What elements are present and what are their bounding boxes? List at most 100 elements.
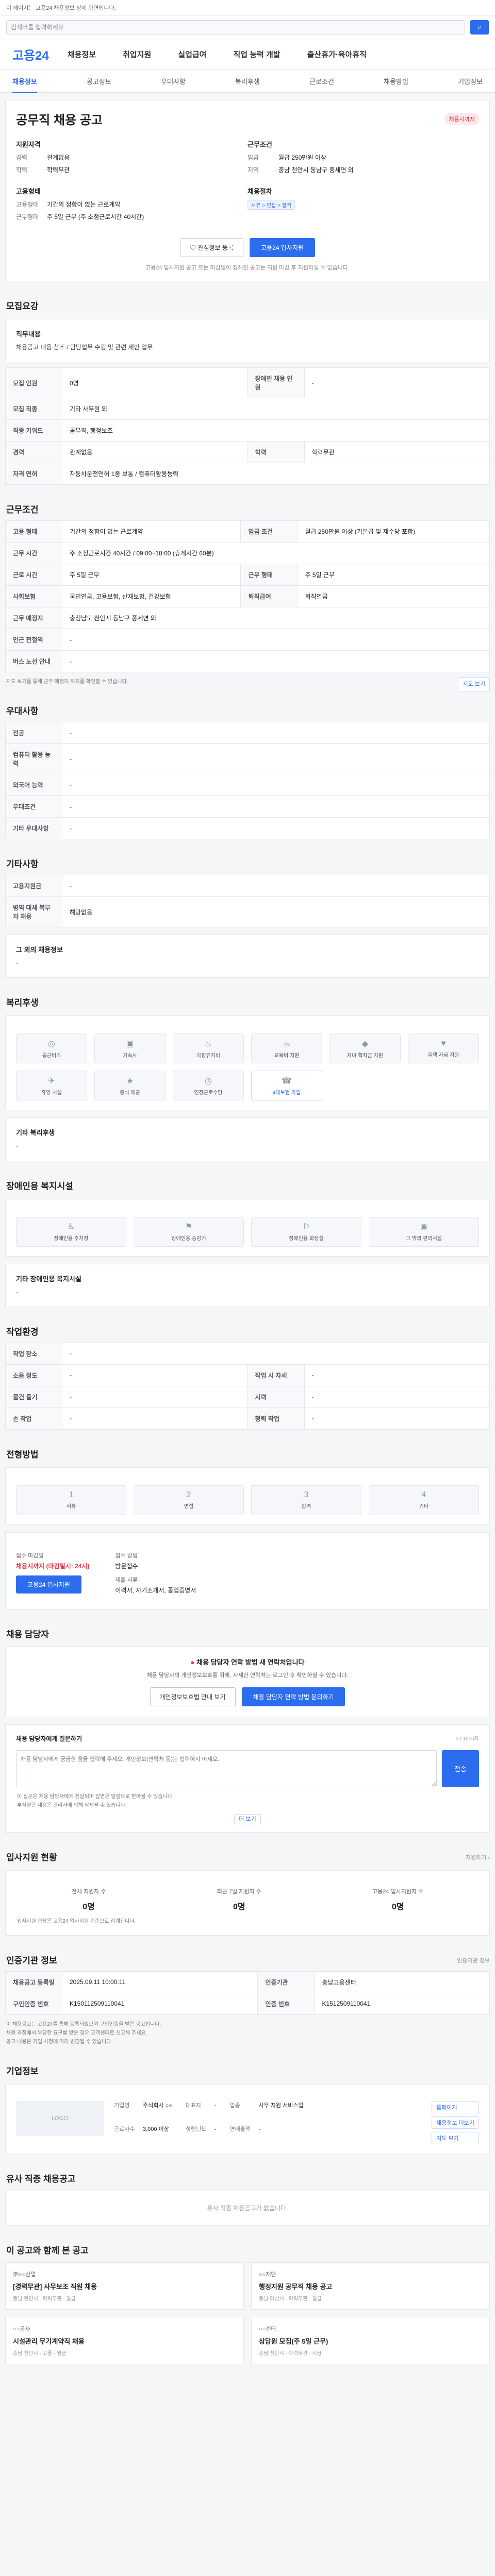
- gnb-menu-benefit[interactable]: 실업급여: [178, 49, 206, 60]
- company-logo: LOGO: [16, 2100, 104, 2136]
- reco-card[interactable]: ○○재단 행정지원 공무직 채용 공고 충남 아산시 · 학력무관 · 월급: [251, 2262, 490, 2310]
- inquiry-more-button[interactable]: 더 보기: [234, 1814, 261, 1824]
- cell-key: 시력: [247, 1385, 305, 1408]
- section-title-recruit: 모집요강: [6, 301, 39, 311]
- subnav-item[interactable]: 우대사항: [161, 76, 186, 86]
- status-link[interactable]: 지원하기 ›: [466, 1853, 490, 1861]
- global-nav: 고용24 채용정보 취업지원 실업급여 직업 능력 개발 출산휴가·육아휴직: [0, 39, 495, 70]
- kv-value: 기간의 정함이 없는 근로계약: [47, 201, 121, 208]
- kv-value: 관계없음: [47, 154, 70, 161]
- cell-value: -: [304, 1407, 490, 1430]
- cell-value: 자동차운전면허 1종 보통 / 컴퓨터활용능력: [62, 463, 490, 485]
- reco-company: ○○센터: [259, 2326, 276, 2332]
- table-row: 모집 인원 0명 장애인 채용 인원 -: [5, 367, 490, 399]
- reco-title: 시설관리 무기계약직 채용: [13, 2337, 85, 2345]
- step-number: 2: [186, 1490, 191, 1500]
- cell-key: 근로 시간: [5, 564, 62, 586]
- section-title-welfare: 복리후생: [6, 998, 39, 1008]
- benefit-label: 휴양 시설: [41, 1090, 62, 1096]
- site-logo[interactable]: 고용24: [12, 45, 49, 63]
- subnav-item[interactable]: 기업정보: [458, 76, 483, 86]
- subnav-item[interactable]: 채용정보: [12, 76, 37, 93]
- scrap-button[interactable]: ♡ 관심정보 등록: [180, 238, 243, 257]
- gnb-menu-jobs[interactable]: 채용정보: [68, 49, 96, 60]
- cell-value: -: [62, 629, 490, 651]
- step-label: 기타: [419, 1504, 429, 1510]
- company-field: 업종 사무 지원 서비스업: [230, 2101, 304, 2121]
- cell-key: 사회보험: [5, 585, 62, 608]
- search-input[interactable]: 검색어를 입력하세요: [6, 20, 465, 35]
- org-button[interactable]: 인증기관 정보: [457, 1956, 490, 1964]
- inquiry-bullet: 부적절한 내용은 관리자에 의해 삭제될 수 있습니다.: [17, 1802, 127, 1808]
- cell-value: 주 소정근로시간 40시간 / 09:00~18:00 (휴게시간 60분): [62, 542, 490, 565]
- disability-other-box: 기타 장애인용 복지시설 -: [5, 1263, 490, 1307]
- cell-value: -: [304, 1364, 490, 1386]
- contact-inquiry-button[interactable]: 채용 담당자 연락 방법 문의하기: [241, 1687, 345, 1706]
- gnb-menu-leave[interactable]: 출산휴가·육아휴직: [307, 49, 367, 60]
- gnb-menu-support[interactable]: 취업지원: [123, 49, 151, 60]
- table-row: 근무 시간 주 소정근로시간 40시간 / 09:00~18:00 (휴게시간 6…: [5, 542, 490, 565]
- pref-table: 전공 - 컴퓨터 활용 능력 - 외국어 능력 - 우대조건 - 기타 우대사항 -: [5, 722, 490, 840]
- table-row: 소음 정도 - 작업 시 자세 -: [5, 1364, 490, 1386]
- table-row: 우대조건 -: [5, 795, 490, 818]
- reco-card[interactable]: ○○공사 시설관리 무기계약직 채용 충남 천안시 · 고졸 · 월급: [5, 2316, 244, 2364]
- company-key: 업종: [229, 2102, 240, 2109]
- table-row: 외국어 능력 -: [5, 774, 490, 796]
- inquiry-textarea[interactable]: [16, 1750, 437, 1787]
- company-map-button[interactable]: 지도 보기: [432, 2131, 479, 2144]
- process-chip: 서류 > 면접 > 합격: [248, 200, 295, 210]
- status-label: 고용24 입사지원자 수: [372, 1888, 424, 1895]
- search-button[interactable]: ⌕: [470, 20, 489, 35]
- status-label: 전체 지원자 수: [71, 1888, 106, 1895]
- apply-info-box: 접수 마감일 채용시까지 (마감일시: 24시) 고용24 입사지원 접수 방법…: [5, 1532, 490, 1609]
- disability-box: ♿ 장애인용 주차장 ⚑ 장애인용 승강기 ⚐ 장애인용 화장실 ◉ 그 밖의 편의시설: [5, 1198, 490, 1257]
- subnav-item[interactable]: 채용방법: [384, 76, 408, 86]
- benefit-label: 중식 제공: [120, 1090, 140, 1096]
- table-row: 채용공고 등록일 2025.09.11 10:00:11 인증기관 충남고용센터: [5, 1971, 490, 1993]
- benefit-icon: ☎: [282, 1076, 292, 1086]
- cell-value: -: [304, 367, 490, 399]
- org-bullet: 이 채용공고는 고용24를 통해 등록되었으며 구인인증을 받은 공고입니다.: [6, 2021, 161, 2027]
- benefit-icon: ◉: [420, 1223, 427, 1232]
- disability-grid: ♿ 장애인용 주차장 ⚑ 장애인용 승강기 ⚐ 장애인용 화장실 ◉ 그 밖의 편의시설: [16, 1216, 479, 1247]
- subnav-item[interactable]: 복리후생: [235, 76, 260, 86]
- cell-value: -: [62, 795, 490, 818]
- benefit-item: ♿ 장애인용 주차장: [16, 1216, 126, 1247]
- inquiry-send-button[interactable]: 전송: [442, 1750, 479, 1787]
- homepage-button[interactable]: 홈페이지: [432, 2100, 479, 2113]
- map-button[interactable]: 지도 보기: [458, 677, 490, 691]
- reco-title: 행정지원 공무직 채용 공고: [259, 2282, 333, 2291]
- gnb-menu-training[interactable]: 직업 능력 개발: [233, 49, 280, 60]
- subnav-item[interactable]: 근로조건: [309, 76, 334, 86]
- reco-card[interactable]: ㈜○○산업 [경력무관] 사무보조 직원 채용 충남 천안시 · 학력무관 · 월급: [5, 2262, 244, 2310]
- benefit-label: 교육비 지원: [274, 1053, 300, 1059]
- company-value: -: [214, 2102, 217, 2109]
- cell-key: 인증기관: [257, 1971, 315, 1993]
- welfare-grid: ◎ 통근버스 ▣ 기숙사 ♨ 차량유지비 ☕ 교육비 지원 ◆ 자녀 학자금 지원 ♥ 주택 자금 지…: [16, 1033, 479, 1101]
- apply-button[interactable]: 고용24 입사지원: [249, 238, 315, 257]
- reco-title: [경력무관] 사무보조 직원 채용: [13, 2282, 97, 2291]
- benefit-label: 장애인용 승강기: [171, 1236, 206, 1242]
- more-jobs-button[interactable]: 채용정보 더보기: [432, 2116, 479, 2129]
- privacy-guide-button[interactable]: 개인정보보호법 안내 보기: [150, 1687, 236, 1706]
- benefit-icon: ♿: [67, 1223, 75, 1232]
- welfare-other-heading: 기타 복리후생: [16, 1129, 55, 1137]
- table-row: 구인인증 번호 K150112509110041 인증 번호 K15125091100…: [5, 1992, 490, 2015]
- condition-heading: 근무조건: [248, 141, 272, 148]
- recruit-heading: 지원자격: [16, 141, 41, 148]
- cell-key: 버스 노선 안내: [5, 650, 62, 673]
- benefit-icon: ♨: [204, 1039, 212, 1048]
- cell-key: 청력 작업: [247, 1407, 305, 1430]
- apply-button-2[interactable]: 고용24 입사지원: [16, 1575, 81, 1594]
- search-row: 검색어를 입력하세요 ⌕: [0, 15, 495, 39]
- cell-key: 근무 형태: [240, 564, 298, 586]
- section-title-org: 인증기관 정보 인증기관 정보: [5, 1953, 490, 1966]
- subnav-item[interactable]: 공고정보: [87, 76, 111, 86]
- cell-key: 경력: [5, 441, 62, 464]
- cell-value: 공무직, 행정보조: [62, 419, 490, 442]
- benefit-label: 차량유지비: [196, 1053, 220, 1059]
- cell-value: 기타 사무원 외: [62, 398, 490, 420]
- company-value: 3,000 이상: [143, 2126, 169, 2132]
- reco-card[interactable]: ○○센터 상담원 모집(주 5일 근무) 충남 천안시 · 학력무관 · 시급: [251, 2316, 490, 2364]
- cell-value: 주 5일 근무: [297, 564, 490, 586]
